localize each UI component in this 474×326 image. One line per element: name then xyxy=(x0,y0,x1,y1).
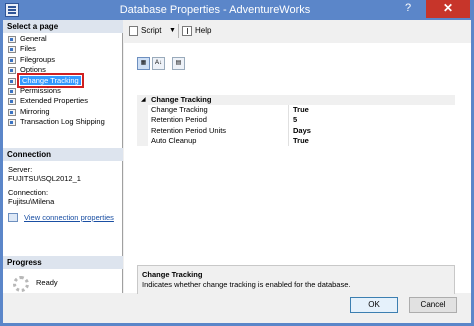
connection-label: Connection: xyxy=(8,188,49,197)
page-item-label: Permissions xyxy=(20,85,61,95)
page-item-label: Files xyxy=(20,44,36,54)
category-row[interactable]: ◢ Change Tracking xyxy=(137,95,455,106)
progress-spinner-icon xyxy=(13,276,29,292)
ok-button[interactable]: OK xyxy=(350,297,398,313)
page-icon xyxy=(8,119,16,127)
page-icon xyxy=(8,77,16,85)
help-button[interactable]: Help xyxy=(182,24,218,38)
page-item-label: General xyxy=(20,34,47,43)
view-connection-properties-link[interactable]: View connection properties xyxy=(24,213,114,222)
property-name: Retention Period xyxy=(151,115,207,125)
page-item-label: Options xyxy=(20,65,46,75)
help-window-button[interactable]: ? xyxy=(398,0,418,18)
property-value[interactable]: True xyxy=(293,136,309,146)
close-window-button[interactable]: ✕ xyxy=(426,0,470,18)
connection-properties-icon xyxy=(8,213,18,222)
page-item-filegroups[interactable]: Filegroups xyxy=(6,55,120,65)
dialog-window: Database Properties - AdventureWorks ? ✕… xyxy=(0,0,474,326)
property-value[interactable]: Days xyxy=(293,126,311,136)
script-button[interactable]: Script ▼ xyxy=(129,24,176,38)
page-item-transaction-log-shipping[interactable]: Transaction Log Shipping xyxy=(6,117,120,127)
window-title: Database Properties - AdventureWorks xyxy=(119,4,311,16)
connection-header: Connection xyxy=(3,148,123,161)
page-item-label: Extended Properties xyxy=(20,96,88,106)
page-item-general[interactable]: General xyxy=(6,34,120,44)
property-row-retention-period[interactable]: Retention Period 5 xyxy=(137,115,455,126)
page-item-options[interactable]: Options xyxy=(6,65,120,75)
property-row-auto-cleanup[interactable]: Auto Cleanup True xyxy=(137,135,455,147)
page-item-mirroring[interactable]: Mirroring xyxy=(6,107,120,117)
page-item-permissions[interactable]: Permissions xyxy=(6,86,120,96)
page-icon xyxy=(8,56,16,64)
server-label: Server: xyxy=(8,165,33,174)
page-item-change-tracking[interactable]: Change Tracking xyxy=(6,72,120,88)
page-list: General Files Filegroups Options Change … xyxy=(6,34,120,128)
page-icon xyxy=(8,98,16,106)
property-row-change-tracking[interactable]: Change Tracking True xyxy=(137,105,455,116)
dialog-footer: OK Cancel xyxy=(3,294,471,323)
cancel-button[interactable]: Cancel xyxy=(409,297,457,313)
select-page-header: Select a page xyxy=(3,20,123,33)
script-dropdown-icon[interactable]: ▼ xyxy=(169,24,176,38)
server-value: FUJITSU\SQL2012_1 xyxy=(8,174,81,183)
page-icon xyxy=(8,46,16,54)
help-label: Help xyxy=(195,26,212,35)
toolbar: Script ▼ Help xyxy=(124,20,471,42)
connection-value: Fujitsu\Milena xyxy=(8,197,55,206)
connection-info: Server: FUJITSU\SQL2012_1 Connection: Fu… xyxy=(8,165,122,206)
page-icon xyxy=(8,67,16,75)
page-item-label: Change Tracking xyxy=(17,72,84,88)
page-icon xyxy=(8,36,16,43)
property-pages-icon[interactable]: ▤ xyxy=(172,57,185,70)
page-item-label: Mirroring xyxy=(20,106,50,116)
page-icon xyxy=(8,108,16,116)
property-value[interactable]: 5 xyxy=(293,115,297,125)
description-text: Indicates whether change tracking is ena… xyxy=(142,280,351,289)
toolbar-separator xyxy=(178,24,179,38)
categorized-icon[interactable]: ▦ xyxy=(137,57,150,70)
property-name: Retention Period Units xyxy=(151,125,227,135)
dialog-client-area: Select a page General Files Filegroups O… xyxy=(3,20,471,323)
script-label: Script xyxy=(141,26,162,35)
page-item-label: Transaction Log Shipping xyxy=(20,117,105,127)
page-item-files[interactable]: Files xyxy=(6,44,120,54)
help-icon xyxy=(182,26,192,36)
category-label: Change Tracking xyxy=(151,95,212,104)
property-value[interactable]: True xyxy=(293,105,309,115)
progress-header: Progress xyxy=(3,256,123,269)
progress-status: Ready xyxy=(36,278,58,287)
title-bar[interactable]: Database Properties - AdventureWorks ? ✕ xyxy=(0,0,474,20)
property-page: ▦ A↓ ▤ ◢ Change Tracking Change Tracking… xyxy=(124,43,471,311)
sort-alphabetical-icon[interactable]: A↓ xyxy=(152,57,165,70)
script-icon xyxy=(129,26,138,36)
description-title: Change Tracking xyxy=(142,270,203,279)
left-pane: Select a page General Files Filegroups O… xyxy=(3,20,123,293)
page-item-extended-properties[interactable]: Extended Properties xyxy=(6,96,120,106)
property-name: Change Tracking xyxy=(151,105,208,115)
page-item-label: Filegroups xyxy=(20,54,56,64)
property-row-retention-period-units[interactable]: Retention Period Units Days xyxy=(137,125,455,136)
property-name: Auto Cleanup xyxy=(151,135,197,145)
property-grid: ◢ Change Tracking Change Tracking True R… xyxy=(137,95,455,173)
collapse-icon[interactable]: ◢ xyxy=(141,95,146,105)
page-icon xyxy=(8,87,16,95)
